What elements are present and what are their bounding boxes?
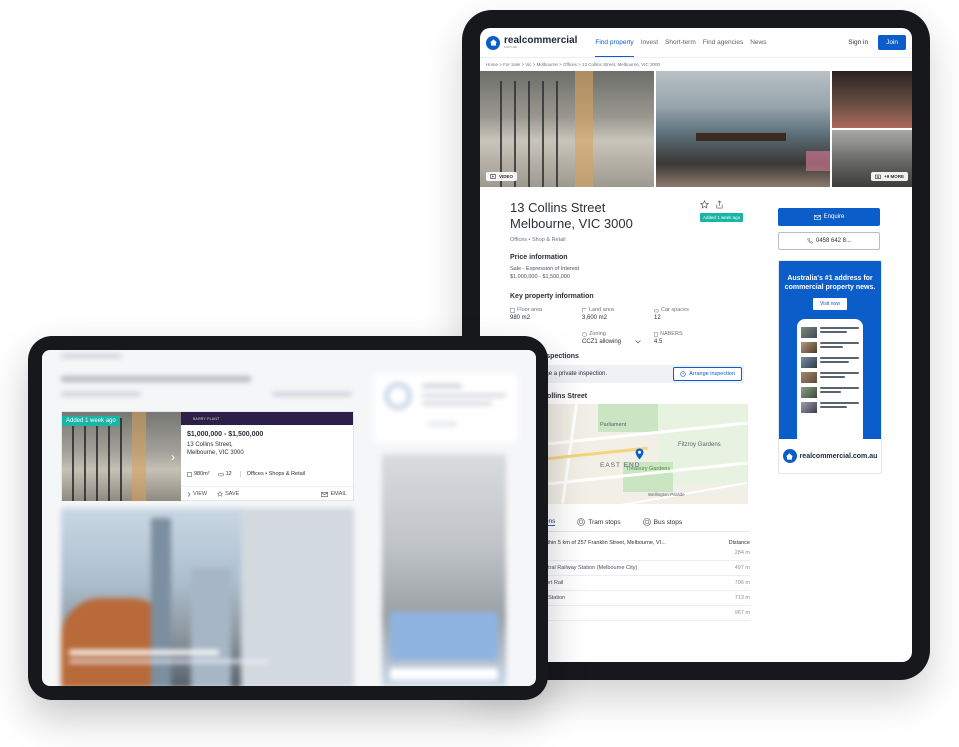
home-logo-icon — [782, 449, 797, 463]
camera-icon — [875, 174, 882, 179]
breadcrumb[interactable]: Home > For Sale > Vic > Melbourne > Offi… — [480, 58, 912, 71]
blurred-featured-listing — [61, 508, 354, 686]
listing-category: Offices • Shop & Retail — [510, 237, 566, 243]
listing-address: 13 Collins Street, Melbourne, VIC 3000 — [187, 442, 244, 456]
car-icon — [217, 472, 224, 476]
ad-phone-mockup — [797, 319, 863, 439]
key-info-heading: Key property information — [510, 293, 594, 300]
inspections-heading: nspections — [542, 353, 579, 360]
gallery-photo-2[interactable] — [656, 71, 830, 187]
visit-now-button[interactable]: Visit now — [813, 298, 847, 310]
listing-card[interactable]: Added 1 week ago › BARRY PLANT $1,000,00… — [61, 411, 354, 501]
ad-title: Australia's #1 address for commercial pr… — [784, 275, 876, 291]
listing-card-actions: VIEW SAVE EMAIL — [181, 486, 353, 501]
table-row: Central Railway Station (Melbourne City)… — [538, 561, 750, 576]
price-information: Price information Sale - Expression of I… — [510, 254, 760, 281]
table-row: nk967 m — [538, 606, 750, 621]
chevron-right-icon — [187, 491, 191, 497]
zoning[interactable]: Zoning CCZ1 allowing — [582, 331, 654, 345]
enquiry-sidebar: Enquire 0458 642 8... Australia's #1 add… — [778, 208, 882, 474]
nabers-rating: NABERS 4.5 — [654, 331, 683, 345]
table-row: tion284 m — [538, 546, 750, 561]
advertisement[interactable]: Australia's #1 address for commercial pr… — [778, 260, 882, 474]
land-area-icon — [582, 307, 587, 313]
location-heading: Collins Street — [542, 393, 588, 400]
save-button[interactable]: SAVE — [217, 491, 239, 497]
gallery-photo-3[interactable] — [832, 71, 912, 128]
nabers-icon — [654, 331, 658, 337]
nav-short-term[interactable]: Short-term — [665, 29, 696, 56]
zoning-icon — [582, 331, 587, 337]
price-method: Sale - Expression of Interest — [510, 266, 580, 272]
floor-area: 980m² — [187, 471, 210, 477]
car-spaces: 12 — [217, 471, 232, 477]
chevron-down-icon[interactable] — [635, 340, 641, 344]
price-heading: Price information — [510, 254, 568, 261]
table-row: arport Rail 706 m — [538, 576, 750, 591]
photo-gallery[interactable]: VIDEO +9 MORE — [480, 71, 912, 187]
bus-icon — [642, 518, 651, 526]
agency-logo: BARRY PLANT — [193, 416, 220, 421]
top-navigation: realcommercial com.au Find property Inve… — [480, 28, 912, 58]
nav-find-property[interactable]: Find property — [595, 29, 634, 57]
clock-icon — [680, 371, 686, 377]
phone-icon — [807, 238, 813, 244]
tram-icon — [577, 518, 586, 526]
table-row: oss Station 713 m — [538, 591, 750, 606]
video-icon — [490, 174, 496, 179]
sign-in-link[interactable]: Sign in — [848, 39, 868, 46]
car-icon — [654, 308, 659, 312]
tab-bus-stops[interactable]: Bus stops — [642, 518, 682, 526]
star-icon — [217, 491, 224, 497]
arrange-inspection-button[interactable]: Arrange inspection — [673, 367, 742, 381]
home-logo-icon — [486, 35, 500, 50]
nav-find-agencies[interactable]: Find agencies — [703, 29, 743, 56]
key-property-information: Key property information Floor area 980 … — [510, 293, 760, 345]
floor-area: Floor area 980 m2 — [510, 307, 543, 321]
floor-area-icon — [510, 307, 515, 313]
search-results-screen: Added 1 week ago › BARRY PLANT $1,000,00… — [42, 350, 536, 686]
land-area: Land area 3,600 m2 — [582, 307, 614, 321]
ad-footer-logo: realcommercial.com.au — [779, 439, 881, 473]
phone-button[interactable]: 0458 642 8... — [778, 232, 880, 250]
gallery-photo-main[interactable] — [480, 71, 654, 187]
more-photos-button[interactable]: +9 MORE — [871, 172, 908, 181]
price-range: $1,000,000 - $1,500,000 — [510, 274, 570, 280]
view-button[interactable]: VIEW — [187, 491, 207, 497]
agency-brand-bar: BARRY PLANT — [181, 412, 353, 425]
logo-wordmark: realcommercial com.au — [504, 35, 578, 49]
floor-area-icon — [187, 471, 192, 477]
nav-invest[interactable]: Invest — [641, 29, 658, 56]
car-spaces: Car spaces 12 — [654, 307, 689, 321]
tab-tram-stops[interactable]: Tram stops — [577, 518, 621, 526]
listing-features: 980m² 12 Offices • Shops & Retail — [187, 471, 305, 477]
chevron-right-icon[interactable]: › — [171, 450, 175, 464]
nav-news[interactable]: News — [750, 29, 766, 56]
mail-icon — [813, 214, 821, 220]
listing-category: Offices • Shops & Retail — [239, 471, 305, 477]
listing-card-photo[interactable]: Added 1 week ago › — [62, 412, 181, 501]
video-button[interactable]: VIDEO — [486, 172, 518, 181]
added-badge: Added 1 week ago — [62, 416, 120, 426]
join-button[interactable]: Join — [878, 35, 906, 50]
listing-price: $1,000,000 - $1,500,000 — [187, 431, 264, 438]
listing-title: 13 Collins Street Melbourne, VIC 3000 — [510, 200, 633, 231]
mail-icon — [321, 491, 329, 497]
enquire-button[interactable]: Enquire — [778, 208, 880, 226]
location-pin-icon[interactable] — [635, 448, 644, 460]
site-logo[interactable]: realcommercial com.au — [486, 35, 578, 50]
email-button[interactable]: EMAIL — [321, 491, 347, 497]
transport-tabs: ations Tram stops Bus stops — [538, 518, 750, 532]
